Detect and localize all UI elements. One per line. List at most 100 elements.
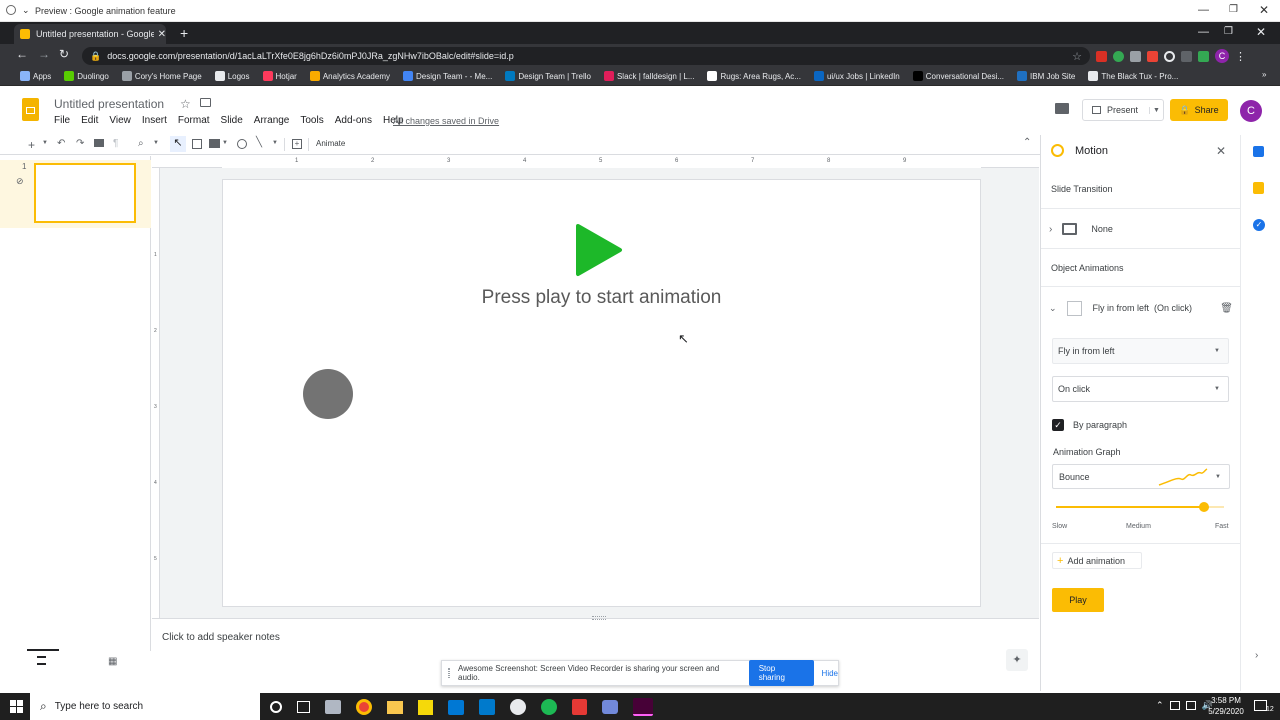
vscode-icon[interactable] xyxy=(479,699,495,715)
move-folder-icon[interactable] xyxy=(200,98,211,107)
slide-thumbnail[interactable] xyxy=(34,163,136,223)
bookmark-item[interactable]: Design Team - - Me... xyxy=(402,71,492,81)
file-explorer-icon[interactable] xyxy=(387,700,403,714)
explore-icon[interactable]: ✦ xyxy=(1006,649,1028,671)
bookmark-item[interactable]: The Black Tux - Pro... xyxy=(1088,71,1178,81)
chevron-down-icon[interactable]: ⌄ xyxy=(22,5,30,16)
animate-button[interactable]: Animate xyxy=(316,139,345,148)
menu-addons[interactable]: Add-ons xyxy=(335,115,372,126)
new-tab-icon[interactable]: + xyxy=(180,25,188,41)
new-slide-icon[interactable]: + xyxy=(28,138,35,152)
expand-chevron-icon[interactable]: › xyxy=(1049,224,1052,235)
browser-close-icon[interactable]: ✕ xyxy=(1256,25,1266,39)
bookmark-item[interactable]: Slack | falldesign | L... xyxy=(603,71,694,81)
browser-menu-icon[interactable]: ⋮ xyxy=(1235,50,1246,63)
print-icon[interactable] xyxy=(94,139,104,147)
save-status-link[interactable]: All changes saved in Drive xyxy=(393,116,499,126)
grid-view-icon[interactable]: ▦ xyxy=(108,656,117,667)
line-tool-icon[interactable]: ╲ xyxy=(256,137,262,148)
menu-tools[interactable]: Tools xyxy=(300,115,323,126)
close-icon[interactable]: ✕ xyxy=(1259,3,1269,17)
app-red-icon[interactable] xyxy=(572,699,587,715)
drag-handle-icon[interactable] xyxy=(448,668,450,678)
play-triangle-shape[interactable] xyxy=(574,223,624,277)
bookmark-star-icon[interactable]: ☆ xyxy=(1072,50,1082,63)
mail-icon[interactable] xyxy=(448,699,464,715)
tray-chevron-icon[interactable]: ⌃ xyxy=(1156,700,1164,711)
collapse-toolbar-icon[interactable]: ⌃ xyxy=(1023,137,1031,148)
bookmark-item[interactable]: Rugs: Area Rugs, Ac... xyxy=(707,71,801,81)
new-slide-caret-icon[interactable]: ▼ xyxy=(42,140,48,146)
menu-slide[interactable]: Slide xyxy=(221,115,243,126)
select-tool-icon[interactable]: ↖ xyxy=(170,136,186,152)
zoom-caret-icon[interactable]: ▼ xyxy=(153,140,159,146)
minimize-icon[interactable]: — xyxy=(1198,4,1209,16)
delete-animation-icon[interactable]: 🗑 xyxy=(1220,303,1233,314)
browser-restore-icon[interactable]: ❐ xyxy=(1224,26,1233,37)
taskbar-search[interactable]: ⌕ Type here to search xyxy=(30,693,260,720)
menu-view[interactable]: View xyxy=(109,115,131,126)
present-button[interactable]: Present ▼ xyxy=(1082,99,1164,121)
spotify-icon[interactable] xyxy=(541,699,557,715)
menu-edit[interactable]: Edit xyxy=(81,115,98,126)
panel-close-icon[interactable]: ✕ xyxy=(1216,144,1226,158)
task-view-icon[interactable] xyxy=(297,701,310,713)
extension-grammarly-icon[interactable] xyxy=(1113,50,1124,62)
by-paragraph-checkbox[interactable]: ✓ xyxy=(1052,419,1064,431)
account-avatar[interactable]: C xyxy=(1240,100,1262,122)
taskbar-app-icon[interactable] xyxy=(325,700,341,714)
by-paragraph-row[interactable]: ✓ By paragraph xyxy=(1052,419,1127,431)
add-animation-button[interactable]: + Add animation xyxy=(1052,552,1142,569)
reload-icon[interactable]: ↻ xyxy=(59,47,69,61)
network-icon[interactable] xyxy=(1169,701,1180,710)
bookmark-item[interactable]: Apps xyxy=(20,71,51,81)
filmstrip-view-icon[interactable] xyxy=(37,656,46,665)
slide-canvas[interactable]: Press play to start animation ↖ xyxy=(222,179,981,607)
sticky-notes-icon[interactable] xyxy=(418,699,433,715)
extension-green-icon[interactable] xyxy=(1198,50,1209,62)
battery-icon[interactable] xyxy=(1185,701,1196,710)
notes-resize-handle[interactable] xyxy=(592,616,606,620)
chrome-icon[interactable] xyxy=(356,699,372,715)
tasks-icon[interactable]: ✓ xyxy=(1253,219,1265,231)
grey-circle-shape[interactable] xyxy=(303,369,353,419)
menu-insert[interactable]: Insert xyxy=(142,115,167,126)
transition-row[interactable]: › None xyxy=(1049,220,1229,238)
windows-start-icon[interactable] xyxy=(10,700,23,713)
image-caret-icon[interactable]: ▼ xyxy=(222,140,228,146)
bookmark-item[interactable]: Cory's Home Page xyxy=(121,71,202,81)
speaker-notes[interactable]: Click to add speaker notes ✦ xyxy=(152,616,1039,671)
slide-title-text[interactable]: Press play to start animation xyxy=(223,287,980,309)
clock[interactable]: 3:58 PM 5/29/2020 xyxy=(1204,695,1248,717)
extension-icon[interactable] xyxy=(1130,50,1141,62)
speed-slider-track[interactable] xyxy=(1056,502,1224,512)
bookmark-item[interactable]: Duolingo xyxy=(64,71,109,81)
slack-icon[interactable] xyxy=(510,699,526,715)
animation-list-item[interactable]: ⌄ Fly in from left (On click) 🗑 xyxy=(1049,299,1233,317)
back-icon[interactable]: ← xyxy=(16,47,28,61)
collapse-chevron-icon[interactable]: ⌄ xyxy=(1049,303,1057,314)
expand-side-panel-icon[interactable]: › xyxy=(1255,650,1258,661)
share-button[interactable]: 🔒 Share xyxy=(1170,99,1228,121)
trigger-dropdown[interactable]: On click ▼ xyxy=(1052,376,1229,402)
record-icon[interactable] xyxy=(6,5,16,15)
discord-icon[interactable] xyxy=(602,700,618,714)
adobe-xd-icon[interactable] xyxy=(633,698,653,716)
extension-abp-icon[interactable] xyxy=(1096,50,1107,62)
more-bookmarks-icon[interactable]: » xyxy=(1262,70,1266,79)
extension-circle-icon[interactable] xyxy=(1164,50,1175,62)
play-button[interactable]: Play xyxy=(1052,588,1104,612)
calendar-icon[interactable] xyxy=(1253,146,1264,157)
address-bar[interactable]: 🔒 docs.google.com/presentation/d/1acLaLT… xyxy=(82,47,1090,65)
bookmark-item[interactable]: Logos xyxy=(214,71,250,81)
zoom-icon[interactable]: ⌕ xyxy=(138,138,144,149)
hide-button[interactable]: Hide xyxy=(822,669,838,678)
comments-icon[interactable] xyxy=(1055,103,1069,114)
star-icon[interactable]: ☆ xyxy=(180,97,191,111)
menu-file[interactable]: File xyxy=(54,115,70,126)
cortana-icon[interactable] xyxy=(270,701,282,713)
textbox-tool-icon[interactable] xyxy=(192,139,202,149)
graph-dropdown[interactable]: Bounce ▼ xyxy=(1052,464,1230,489)
bookmark-item[interactable]: Analytics Academy xyxy=(309,71,390,81)
redo-icon[interactable]: ↷ xyxy=(76,138,84,149)
